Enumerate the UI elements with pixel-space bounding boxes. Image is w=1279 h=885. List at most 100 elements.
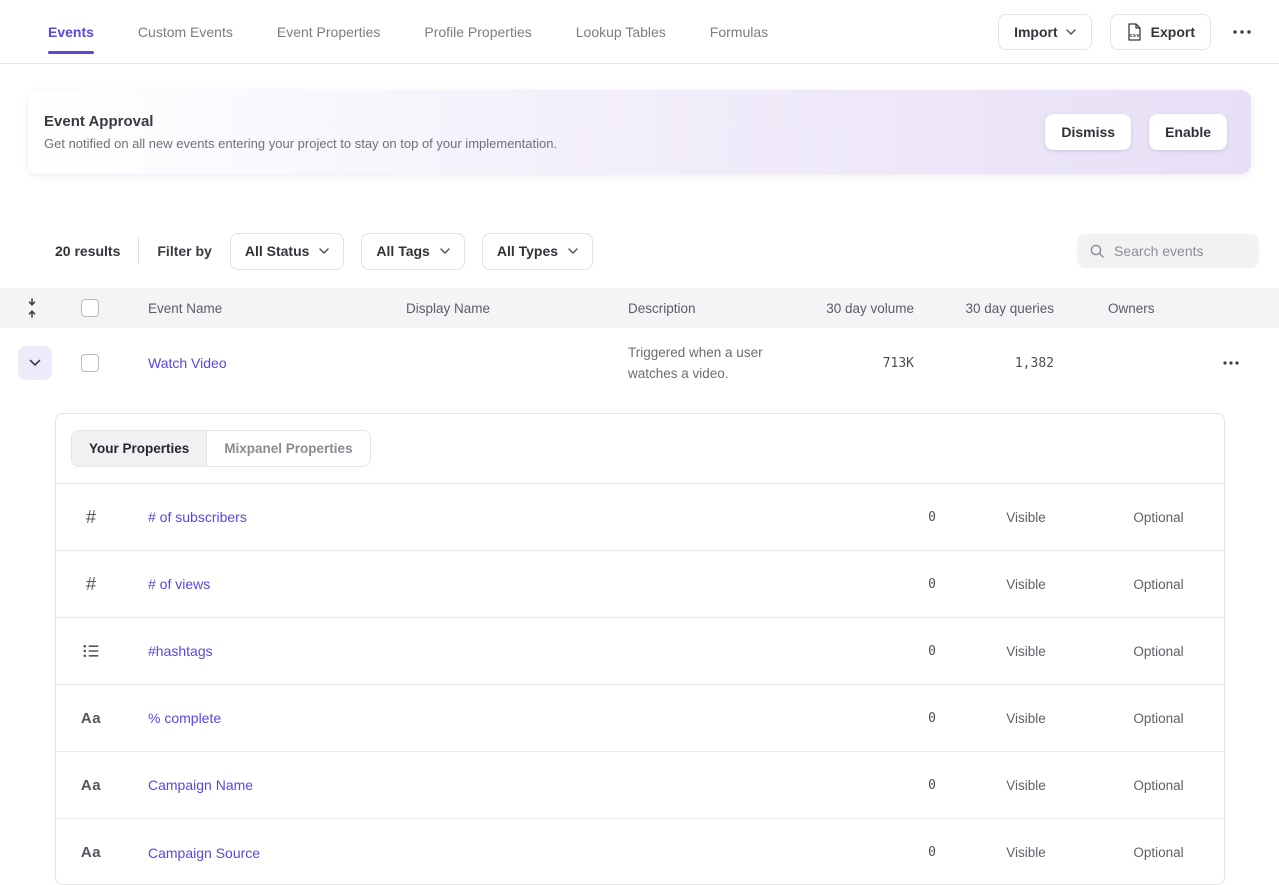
filter-by-label: Filter by — [157, 243, 211, 259]
results-count: 20 results — [55, 243, 120, 259]
column-header-description: Description — [610, 301, 802, 316]
export-button[interactable]: csv Export — [1110, 14, 1211, 50]
banner-description: Get notified on all new events entering … — [44, 136, 557, 151]
tags-filter-dropdown[interactable]: All Tags — [361, 233, 464, 270]
property-visibility[interactable]: Visible — [936, 577, 1116, 592]
property-requirement[interactable]: Optional — [1116, 778, 1201, 793]
property-count: 0 — [746, 510, 936, 525]
list-type-icon — [83, 644, 99, 658]
property-visibility[interactable]: Visible — [936, 845, 1116, 860]
volume-cell: 713K — [802, 356, 920, 371]
chevron-down-icon — [1066, 29, 1076, 35]
property-count: 0 — [746, 711, 936, 726]
numeric-type-icon: # — [86, 507, 96, 528]
row-more-button[interactable] — [1219, 357, 1243, 369]
row-checkbox[interactable] — [81, 354, 99, 372]
search-box — [1077, 234, 1259, 268]
event-approval-banner: Event Approval Get notified on all new e… — [28, 90, 1251, 174]
export-button-label: Export — [1151, 24, 1195, 40]
select-all-checkbox[interactable] — [81, 299, 99, 317]
events-table-header: Event Name Display Name Description 30 d… — [0, 288, 1279, 328]
property-visibility[interactable]: Visible — [936, 778, 1116, 793]
property-visibility[interactable]: Visible — [936, 711, 1116, 726]
filter-bar: 20 results Filter by All Status All Tags… — [0, 232, 1279, 270]
types-filter-dropdown[interactable]: All Types — [482, 233, 593, 270]
property-name-link[interactable]: % complete — [148, 710, 221, 726]
property-name-link[interactable]: # of views — [148, 576, 210, 592]
tab-event-properties[interactable]: Event Properties — [277, 0, 381, 63]
property-row: Aa % complete 0 Visible Optional — [56, 685, 1224, 752]
property-visibility[interactable]: Visible — [936, 644, 1116, 659]
column-header-event-name: Event Name — [130, 301, 388, 316]
property-row: Aa Campaign Source 0 Visible Optional — [56, 819, 1224, 885]
banner-title: Event Approval — [44, 113, 557, 130]
property-row: # # of subscribers 0 Visible Optional — [56, 484, 1224, 551]
tab-events[interactable]: Events — [48, 0, 94, 63]
property-row: #hashtags 0 Visible Optional — [56, 618, 1224, 685]
property-requirement[interactable]: Optional — [1116, 711, 1201, 726]
banner-text: Event Approval Get notified on all new e… — [44, 113, 557, 151]
collapse-rows-icon — [26, 298, 38, 318]
numeric-type-icon: # — [86, 574, 96, 595]
topnav-actions: Import csv Export — [998, 14, 1255, 50]
dismiss-button[interactable]: Dismiss — [1045, 114, 1131, 150]
tab-your-properties[interactable]: Your Properties — [72, 431, 207, 466]
column-header-queries: 30 day queries — [920, 301, 1060, 316]
properties-tab-group: Your Properties Mixpanel Properties — [71, 430, 371, 467]
text-type-icon: Aa — [81, 777, 101, 794]
chevron-down-icon — [29, 359, 41, 367]
properties-panel-header: Your Properties Mixpanel Properties — [56, 414, 1224, 484]
text-type-icon: Aa — [81, 844, 101, 861]
property-count: 0 — [746, 577, 936, 592]
chevron-down-icon — [319, 248, 329, 254]
chevron-down-icon — [440, 248, 450, 254]
property-name-link[interactable]: Campaign Source — [148, 845, 260, 861]
property-row: # # of views 0 Visible Optional — [56, 551, 1224, 618]
tab-custom-events[interactable]: Custom Events — [138, 0, 233, 63]
property-requirement[interactable]: Optional — [1116, 644, 1201, 659]
enable-button[interactable]: Enable — [1149, 114, 1227, 150]
property-count: 0 — [746, 845, 936, 860]
collapse-row-button[interactable] — [18, 346, 52, 380]
column-header-display-name: Display Name — [388, 301, 610, 316]
import-button[interactable]: Import — [998, 14, 1092, 50]
property-name-link[interactable]: Campaign Name — [148, 777, 253, 793]
property-visibility[interactable]: Visible — [936, 510, 1116, 525]
text-type-icon: Aa — [81, 710, 101, 727]
queries-cell: 1,382 — [920, 356, 1060, 371]
search-input[interactable] — [1114, 243, 1247, 259]
property-requirement[interactable]: Optional — [1116, 577, 1201, 592]
property-name-link[interactable]: #hashtags — [148, 643, 213, 659]
chevron-down-icon — [568, 248, 578, 254]
collapse-all-button[interactable] — [22, 294, 42, 322]
tab-profile-properties[interactable]: Profile Properties — [424, 0, 531, 63]
lexicon-tabs: Events Custom Events Event Properties Pr… — [48, 0, 768, 63]
top-navigation: Events Custom Events Event Properties Pr… — [0, 0, 1279, 64]
banner-actions: Dismiss Enable — [1045, 114, 1227, 150]
event-properties-panel: Your Properties Mixpanel Properties # # … — [55, 413, 1225, 885]
import-button-label: Import — [1014, 24, 1058, 40]
csv-file-icon: csv — [1126, 23, 1143, 41]
column-header-owners: Owners — [1060, 301, 1190, 316]
property-count: 0 — [746, 778, 936, 793]
status-filter-dropdown[interactable]: All Status — [230, 233, 345, 270]
description-cell: Triggered when a user watches a video. — [610, 342, 795, 384]
property-row: Aa Campaign Name 0 Visible Optional — [56, 752, 1224, 819]
more-menu-button[interactable] — [1229, 26, 1255, 38]
property-count: 0 — [746, 644, 936, 659]
property-requirement[interactable]: Optional — [1116, 845, 1201, 860]
divider — [138, 238, 139, 264]
column-header-volume: 30 day volume — [802, 301, 920, 316]
tab-mixpanel-properties[interactable]: Mixpanel Properties — [207, 431, 369, 466]
status-filter-label: All Status — [245, 243, 310, 259]
property-requirement[interactable]: Optional — [1116, 510, 1201, 525]
event-name-link[interactable]: Watch Video — [148, 355, 227, 371]
svg-text:csv: csv — [1129, 32, 1140, 38]
property-name-link[interactable]: # of subscribers — [148, 509, 247, 525]
event-table-row: Watch Video Triggered when a user watche… — [0, 328, 1279, 398]
tags-filter-label: All Tags — [376, 243, 429, 259]
more-horizontal-icon — [1233, 30, 1251, 34]
tab-lookup-tables[interactable]: Lookup Tables — [576, 0, 666, 63]
search-icon — [1089, 243, 1105, 259]
tab-formulas[interactable]: Formulas — [710, 0, 768, 63]
